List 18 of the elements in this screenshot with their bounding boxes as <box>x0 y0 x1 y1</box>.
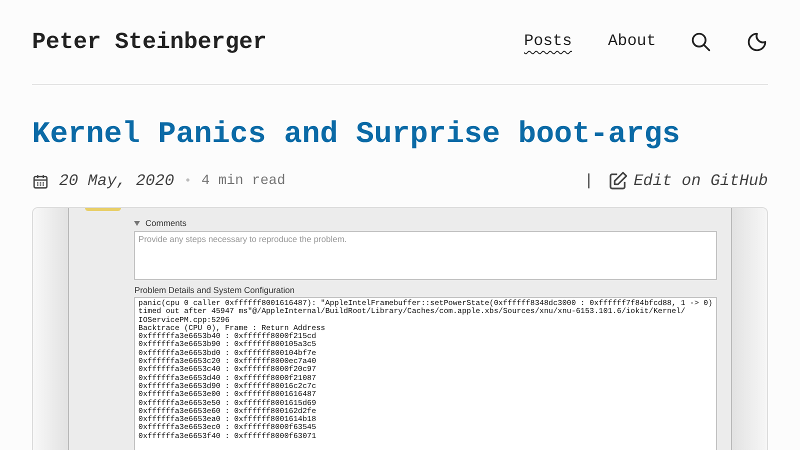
nav-link[interactable]: Posts <box>524 32 572 52</box>
site-title[interactable]: Peter Steinberger <box>32 29 267 55</box>
edit-link[interactable]: Edit on GitHub <box>634 172 768 190</box>
pencil-icon[interactable] <box>608 171 628 191</box>
comments-field[interactable]: Provide any steps necessary to reproduce the problem. <box>134 231 717 280</box>
search-icon[interactable] <box>690 31 712 53</box>
post-date: 20 May, 2020 <box>59 172 174 190</box>
divider-text: | <box>584 172 594 190</box>
nav-link[interactable]: About <box>608 32 656 52</box>
details-field[interactable] <box>134 297 717 450</box>
calendar-icon <box>32 172 49 190</box>
separator-dot: • <box>184 174 192 188</box>
reading-time: 4 min read <box>201 173 286 189</box>
disclosure-triangle-icon <box>134 220 140 226</box>
post-title: Kernel Panics and Surprise boot-args <box>32 117 682 153</box>
moon-icon[interactable] <box>746 31 768 53</box>
comments-label: Comments <box>145 218 186 228</box>
details-label: Problem Details and System Configuration <box>134 285 296 295</box>
